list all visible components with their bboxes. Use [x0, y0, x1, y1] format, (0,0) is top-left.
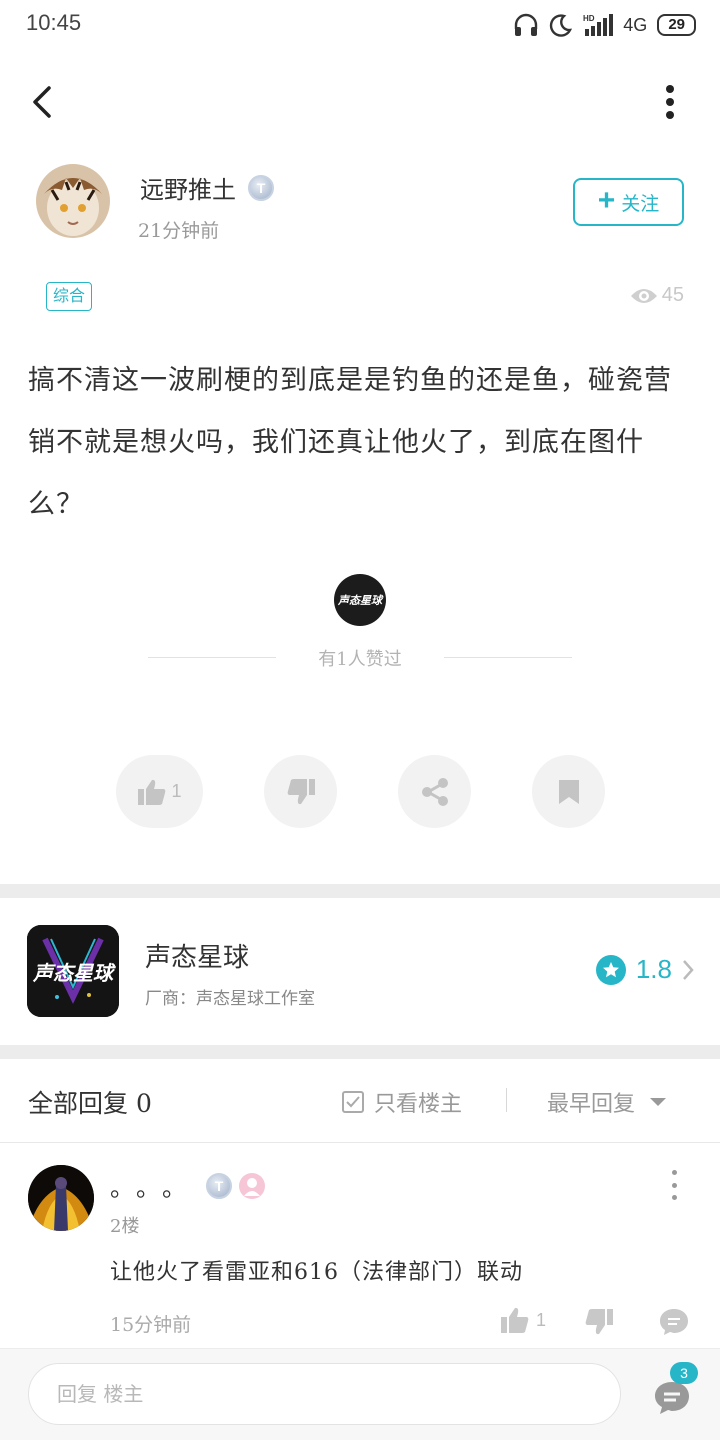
app-vendor: 厂商：声态星球工作室: [145, 989, 315, 1009]
status-icons: HD 4G 29: [513, 10, 696, 40]
liked-count-text: 有1人赞过: [318, 649, 402, 670]
comment-reply-button[interactable]: [659, 1308, 689, 1340]
post-body: 搞不清这一波刷梗的到底是是钓鱼的还是鱼，碰瓷营销不就是想火吗，我们还真让他火了，…: [28, 365, 672, 520]
comment-more-button[interactable]: [666, 1170, 682, 1200]
comment-like-button[interactable]: 1: [500, 1306, 546, 1334]
op-only-label: 只看楼主: [374, 1092, 463, 1117]
reply-input[interactable]: 回复 楼主: [28, 1363, 621, 1425]
separator: [506, 1088, 507, 1112]
comment-author[interactable]: 。。。: [110, 1168, 200, 1203]
more-options-button[interactable]: [650, 80, 690, 124]
follow-label: 关注: [621, 192, 660, 215]
back-button[interactable]: [22, 80, 62, 124]
plus-icon: +: [597, 183, 616, 217]
chevron-right-icon: [683, 959, 694, 980]
signal-icon: HD: [583, 14, 614, 36]
thumbs-down-icon: [585, 1309, 613, 1335]
comment-time: 15分钟前: [110, 1314, 192, 1336]
speech-bubble-icon: [660, 1309, 688, 1335]
app-rating[interactable]: 1.8: [595, 954, 694, 985]
author-avatar[interactable]: [36, 164, 110, 238]
view-count: 45: [630, 284, 684, 307]
avatar-badge-icon: [239, 1172, 265, 1199]
replies-title: 全部回复 0: [28, 1089, 152, 1118]
like-count: 1: [171, 781, 182, 801]
comment-floor: 2楼: [110, 1216, 140, 1237]
star-icon: [595, 954, 626, 985]
dislike-button[interactable]: [264, 755, 337, 828]
comment-text: 让他火了看雷亚和616（法律部门）联动: [110, 1260, 523, 1285]
app-name[interactable]: 声态星球: [145, 937, 249, 974]
liker-avatar[interactable]: 声态星球: [334, 574, 386, 626]
thumbs-up-icon: [501, 1307, 529, 1333]
sort-label: 最早回复: [547, 1092, 636, 1117]
comment-dislike-button[interactable]: [584, 1308, 614, 1340]
level-badge-icon: T: [206, 1172, 232, 1199]
eye-icon: [630, 288, 657, 303]
liker-avatar-text: 声态星球: [338, 595, 382, 607]
author-name[interactable]: 远野推土: [140, 170, 236, 205]
like-button[interactable]: 1: [116, 755, 203, 828]
bookmark-button[interactable]: [532, 755, 605, 828]
category-tag[interactable]: 综合: [46, 282, 93, 311]
view-count-value: 45: [661, 284, 684, 306]
comment-count-badge: 3: [670, 1362, 698, 1384]
sort-dropdown[interactable]: 最早回复: [547, 1086, 667, 1118]
app-icon[interactable]: 声态星球: [27, 925, 119, 1017]
battery-indicator: 29: [657, 14, 696, 36]
more-vertical-icon: [666, 85, 674, 119]
comment-author-row: 。。。 T: [110, 1168, 266, 1203]
thumbs-up-icon: [138, 779, 166, 805]
share-button[interactable]: [398, 755, 471, 828]
comment-avatar[interactable]: [28, 1165, 94, 1231]
bookmark-icon: [558, 779, 579, 804]
caret-down-icon: [650, 1098, 667, 1106]
svg-text:HD: HD: [583, 14, 595, 23]
level-badge-icon: T: [248, 174, 274, 201]
share-icon: [421, 777, 448, 806]
thumbs-down-icon: [287, 778, 315, 804]
op-only-toggle[interactable]: 只看楼主: [342, 1086, 462, 1118]
section-divider: [0, 884, 720, 898]
checkbox-icon: [342, 1091, 364, 1113]
moon-icon: [550, 14, 573, 37]
status-time: 10:45: [26, 10, 82, 35]
headphones-icon: [515, 13, 538, 36]
post-time: 21分钟前: [138, 220, 220, 242]
section-divider: [0, 1045, 720, 1059]
header-divider: [0, 1142, 720, 1143]
follow-button[interactable]: + 关注: [573, 178, 684, 226]
app-icon-text: 声态星球: [33, 963, 113, 985]
rating-value: 1.8: [635, 954, 672, 984]
comment-like-count: 1: [536, 1309, 547, 1330]
author-name-row: 远野推土 T: [140, 170, 274, 205]
network-label: 4G: [623, 14, 648, 35]
chevron-left-icon: [33, 86, 51, 118]
